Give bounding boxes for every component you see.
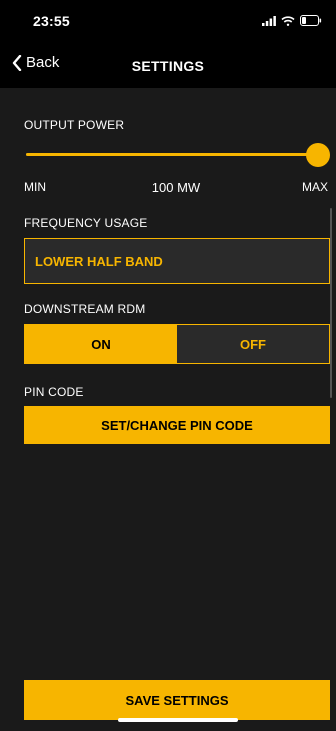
slider-labels: MIN 100 MW MAX xyxy=(24,180,328,196)
output-power-label: OUTPUT POWER xyxy=(24,118,125,132)
set-pin-code-button[interactable]: SET/CHANGE PIN CODE xyxy=(24,406,330,444)
output-power-slider[interactable] xyxy=(26,143,330,167)
page-title: SETTINGS xyxy=(131,58,205,74)
rdm-off-button[interactable]: OFF xyxy=(177,325,329,363)
slider-fill xyxy=(26,153,318,156)
downstream-rdm-toggle: ON OFF xyxy=(24,324,330,364)
status-icons xyxy=(262,15,322,26)
downstream-rdm-label: DOWNSTREAM RDM xyxy=(24,302,146,316)
slider-max-label: MAX xyxy=(301,180,328,194)
slider-value-label: 100 MW xyxy=(151,180,201,195)
frequency-usage-select[interactable]: LOWER HALF BAND xyxy=(24,238,330,284)
wifi-icon xyxy=(281,15,295,26)
signal-icon xyxy=(262,15,276,26)
home-indicator xyxy=(118,718,238,722)
settings-content: OUTPUT POWER MIN 100 MW MAX FREQUENCY US… xyxy=(0,88,336,731)
frequency-usage-value: LOWER HALF BAND xyxy=(35,253,163,269)
nav-bar: Back SETTINGS xyxy=(0,44,336,88)
status-bar: 23:55 xyxy=(0,0,336,44)
battery-icon xyxy=(300,15,322,26)
save-settings-button[interactable]: SAVE SETTINGS xyxy=(24,680,330,720)
scrollbar[interactable] xyxy=(330,208,332,398)
status-time: 23:55 xyxy=(33,13,70,29)
pin-code-label: PIN CODE xyxy=(24,385,84,399)
rdm-on-button[interactable]: ON xyxy=(25,325,177,363)
frequency-usage-label: FREQUENCY USAGE xyxy=(24,216,148,230)
slider-thumb[interactable] xyxy=(306,143,330,167)
